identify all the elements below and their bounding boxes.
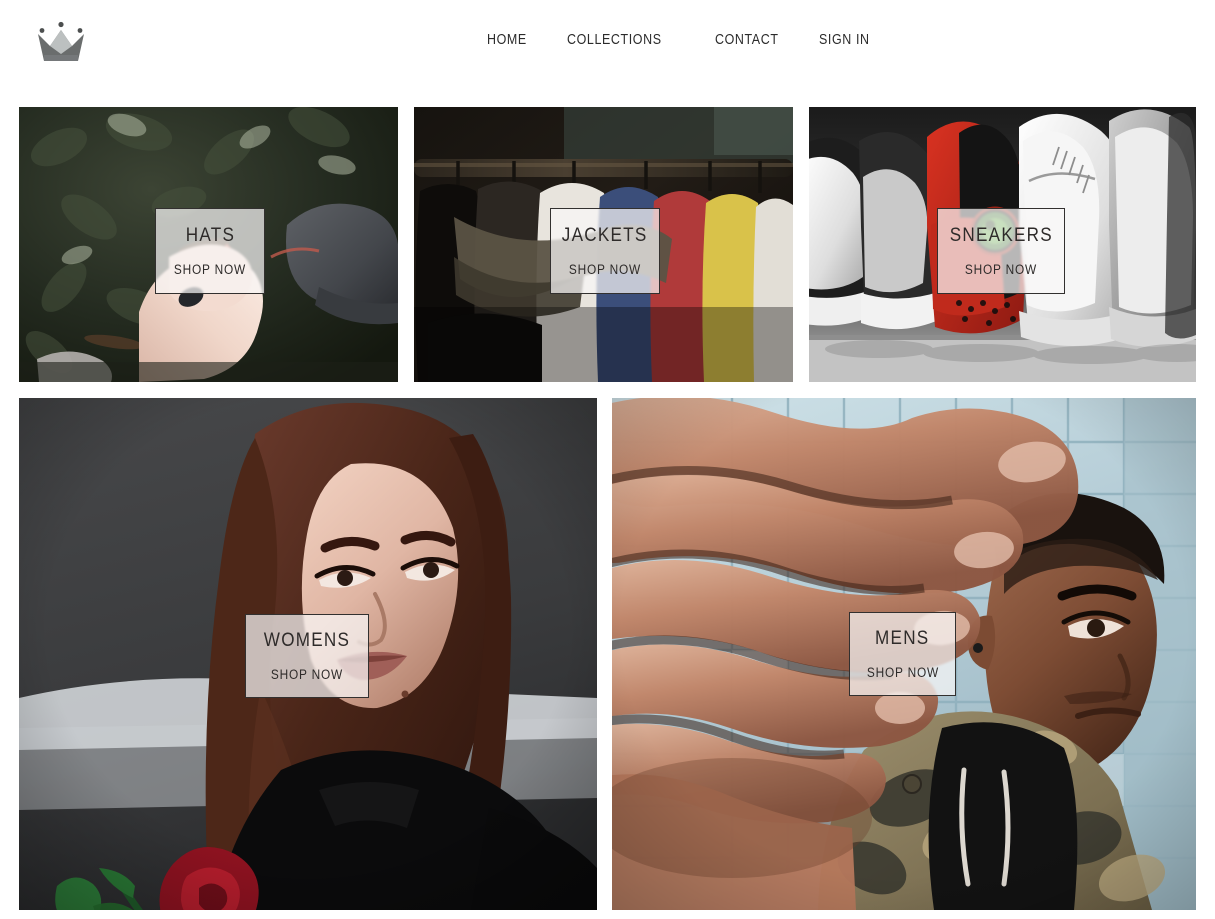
sneakers-overlay-label[interactable]: SNEAKERS SHOP NOW: [937, 208, 1065, 294]
nav-contact[interactable]: CONTACT: [715, 32, 779, 48]
hats-overlay-label[interactable]: HATS SHOP NOW: [155, 208, 265, 294]
category-card-sneakers[interactable]: SNEAKERS SHOP NOW: [809, 107, 1196, 382]
jackets-shop-now[interactable]: SHOP NOW: [569, 262, 641, 277]
nav-sign-in[interactable]: SIGN IN: [819, 32, 870, 48]
nav-home[interactable]: HOME: [487, 32, 527, 48]
womens-title: WOMENS: [263, 630, 351, 651]
category-card-hats[interactable]: TOPO HATS SHOP NOW: [19, 107, 398, 382]
nav-collections[interactable]: COLLECTIONS: [567, 32, 662, 48]
jackets-overlay-label[interactable]: JACKETS SHOP NOW: [550, 208, 660, 294]
crown-logo-icon[interactable]: [28, 14, 94, 70]
hats-shop-now[interactable]: SHOP NOW: [174, 262, 246, 277]
site-header: HOME COLLECTIONS CONTACT SIGN IN: [0, 0, 1215, 83]
main-navigation: HOME COLLECTIONS CONTACT SIGN IN: [487, 32, 878, 48]
category-grid-top: TOPO HATS SHOP NOW: [19, 107, 1196, 382]
category-grid-bottom: WOMENS SHOP NOW MENS SHOP NOW: [19, 398, 1196, 910]
category-card-womens[interactable]: WOMENS SHOP NOW: [19, 398, 597, 910]
mens-title: MENS: [875, 628, 930, 649]
category-card-jackets[interactable]: JACKETS SHOP NOW: [414, 107, 793, 382]
mens-shop-now[interactable]: SHOP NOW: [866, 665, 938, 680]
jackets-title: JACKETS: [562, 225, 648, 246]
womens-overlay-label[interactable]: WOMENS SHOP NOW: [245, 614, 369, 698]
mens-overlay-label[interactable]: MENS SHOP NOW: [849, 612, 956, 696]
womens-shop-now[interactable]: SHOP NOW: [271, 667, 343, 682]
category-card-mens[interactable]: MENS SHOP NOW: [612, 398, 1196, 910]
hats-title: HATS: [185, 225, 235, 246]
sneakers-shop-now[interactable]: SHOP NOW: [965, 262, 1037, 277]
sneakers-title: SNEAKERS: [949, 225, 1053, 246]
